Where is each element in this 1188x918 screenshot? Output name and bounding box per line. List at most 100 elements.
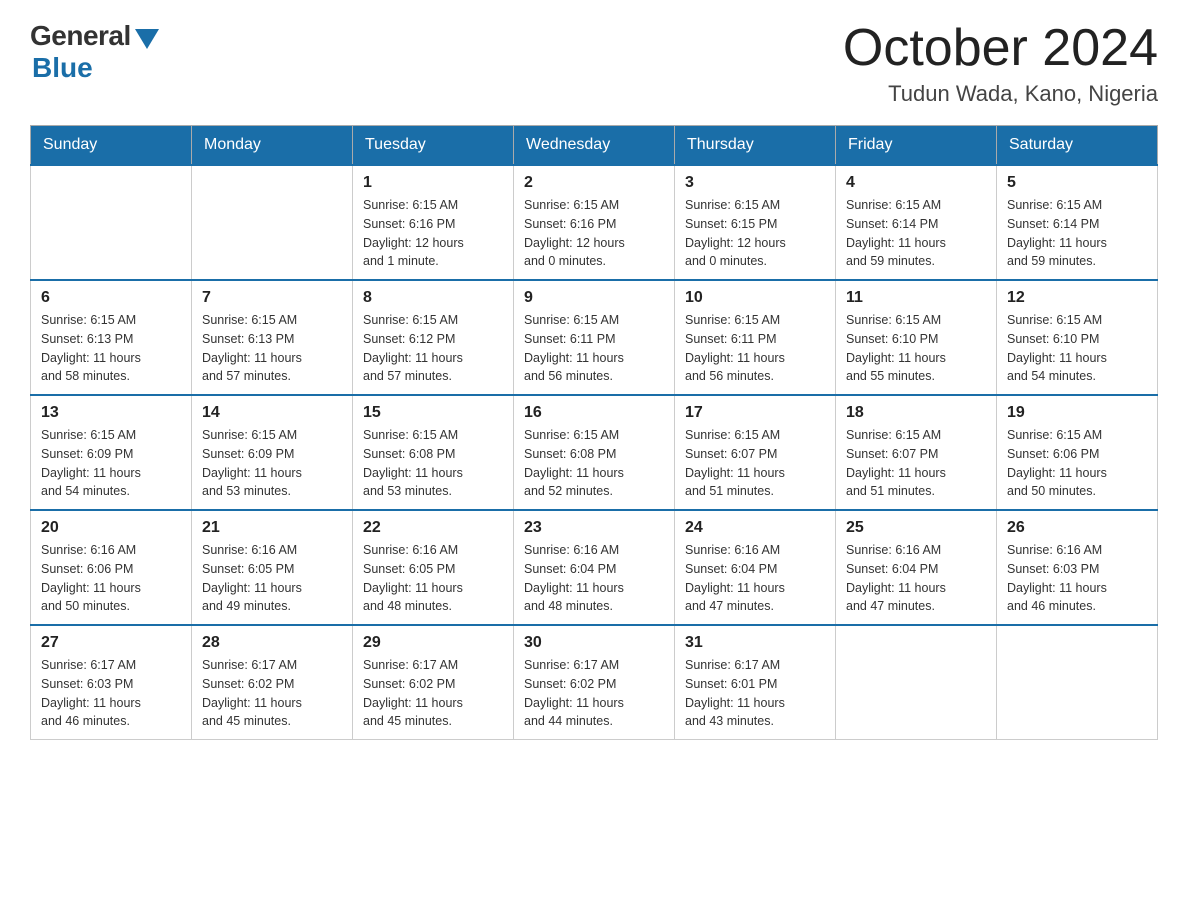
calendar-cell bbox=[997, 625, 1158, 740]
calendar-cell: 8Sunrise: 6:15 AM Sunset: 6:12 PM Daylig… bbox=[353, 280, 514, 395]
day-info: Sunrise: 6:17 AM Sunset: 6:02 PM Dayligh… bbox=[363, 656, 503, 731]
day-info: Sunrise: 6:15 AM Sunset: 6:09 PM Dayligh… bbox=[41, 426, 181, 501]
calendar-cell: 6 Sunrise: 6:15 AM Sunset: 6:13 PM Daylig… bbox=[31, 280, 192, 395]
calendar-cell: 27Sunrise: 6:17 AM Sunset: 6:03 PM Dayli… bbox=[31, 625, 192, 740]
day-number: 13 bbox=[41, 404, 181, 422]
day-info: Sunrise: 6:15 AM Sunset: 6:14 PM Dayligh… bbox=[846, 196, 986, 271]
day-info: Sunrise: 6:15 AM Sunset: 6:08 PM Dayligh… bbox=[363, 426, 503, 501]
day-info: Sunrise: 6:15 AM Sunset: 6:08 PM Dayligh… bbox=[524, 426, 664, 501]
day-number: 21 bbox=[202, 519, 342, 537]
day-info: Sunrise: 6:15 AM Sunset: 6:16 PM Dayligh… bbox=[363, 196, 503, 271]
day-number: 7 bbox=[202, 289, 342, 307]
day-number: 25 bbox=[846, 519, 986, 537]
day-info: Sunrise: 6:15 AM Sunset: 6:10 PM Dayligh… bbox=[1007, 311, 1147, 386]
day-info: Sunrise: 6:15 AM Sunset: 6:07 PM Dayligh… bbox=[685, 426, 825, 501]
day-info: Sunrise: 6:15 AM Sunset: 6:09 PM Dayligh… bbox=[202, 426, 342, 501]
day-info: Sunrise: 6:15 AM Sunset: 6:12 PM Dayligh… bbox=[363, 311, 503, 386]
col-friday: Friday bbox=[836, 126, 997, 166]
location-title: Tudun Wada, Kano, Nigeria bbox=[843, 81, 1158, 107]
day-info: Sunrise: 6:15 AM Sunset: 6:16 PM Dayligh… bbox=[524, 196, 664, 271]
logo-general-text: General bbox=[30, 20, 131, 52]
calendar-cell: 4 Sunrise: 6:15 AM Sunset: 6:14 PM Daylig… bbox=[836, 165, 997, 280]
calendar-header-row: Sunday Monday Tuesday Wednesday Thursday… bbox=[31, 126, 1158, 166]
week-row-5: 27Sunrise: 6:17 AM Sunset: 6:03 PM Dayli… bbox=[31, 625, 1158, 740]
day-number: 16 bbox=[524, 404, 664, 422]
day-info: Sunrise: 6:15 AM Sunset: 6:10 PM Dayligh… bbox=[846, 311, 986, 386]
calendar-cell: 18Sunrise: 6:15 AM Sunset: 6:07 PM Dayli… bbox=[836, 395, 997, 510]
day-number: 17 bbox=[685, 404, 825, 422]
day-number: 14 bbox=[202, 404, 342, 422]
calendar-cell bbox=[31, 165, 192, 280]
day-number: 26 bbox=[1007, 519, 1147, 537]
day-info: Sunrise: 6:16 AM Sunset: 6:06 PM Dayligh… bbox=[41, 541, 181, 616]
day-number: 11 bbox=[846, 289, 986, 307]
day-info: Sunrise: 6:17 AM Sunset: 6:02 PM Dayligh… bbox=[202, 656, 342, 731]
day-info: Sunrise: 6:16 AM Sunset: 6:05 PM Dayligh… bbox=[202, 541, 342, 616]
calendar-cell: 24 Sunrise: 6:16 AM Sunset: 6:04 PM Dayli… bbox=[675, 510, 836, 625]
calendar-cell: 2Sunrise: 6:15 AM Sunset: 6:16 PM Daylig… bbox=[514, 165, 675, 280]
day-info: Sunrise: 6:16 AM Sunset: 6:04 PM Dayligh… bbox=[846, 541, 986, 616]
day-info: Sunrise: 6:15 AM Sunset: 6:13 PM Dayligh… bbox=[41, 311, 181, 386]
calendar-cell: 9Sunrise: 6:15 AM Sunset: 6:11 PM Daylig… bbox=[514, 280, 675, 395]
calendar-cell: 20 Sunrise: 6:16 AM Sunset: 6:06 PM Dayli… bbox=[31, 510, 192, 625]
calendar-cell: 14 Sunrise: 6:15 AM Sunset: 6:09 PM Dayli… bbox=[192, 395, 353, 510]
col-monday: Monday bbox=[192, 126, 353, 166]
calendar-cell: 29 Sunrise: 6:17 AM Sunset: 6:02 PM Dayli… bbox=[353, 625, 514, 740]
calendar-cell: 19 Sunrise: 6:15 AM Sunset: 6:06 PM Dayli… bbox=[997, 395, 1158, 510]
day-number: 10 bbox=[685, 289, 825, 307]
day-number: 12 bbox=[1007, 289, 1147, 307]
day-info: Sunrise: 6:17 AM Sunset: 6:03 PM Dayligh… bbox=[41, 656, 181, 731]
col-tuesday: Tuesday bbox=[353, 126, 514, 166]
title-section: October 2024 Tudun Wada, Kano, Nigeria bbox=[843, 20, 1158, 107]
calendar-cell: 7 Sunrise: 6:15 AM Sunset: 6:13 PM Daylig… bbox=[192, 280, 353, 395]
logo-triangle-icon bbox=[135, 29, 159, 49]
day-info: Sunrise: 6:16 AM Sunset: 6:05 PM Dayligh… bbox=[363, 541, 503, 616]
calendar-cell: 16 Sunrise: 6:15 AM Sunset: 6:08 PM Dayli… bbox=[514, 395, 675, 510]
calendar-cell: 28Sunrise: 6:17 AM Sunset: 6:02 PM Dayli… bbox=[192, 625, 353, 740]
calendar-cell: 22 Sunrise: 6:16 AM Sunset: 6:05 PM Dayli… bbox=[353, 510, 514, 625]
day-number: 31 bbox=[685, 634, 825, 652]
logo-blue-text: Blue bbox=[32, 52, 93, 84]
calendar-cell: 17 Sunrise: 6:15 AM Sunset: 6:07 PM Dayli… bbox=[675, 395, 836, 510]
month-title: October 2024 bbox=[843, 20, 1158, 77]
col-saturday: Saturday bbox=[997, 126, 1158, 166]
day-info: Sunrise: 6:16 AM Sunset: 6:04 PM Dayligh… bbox=[524, 541, 664, 616]
calendar-cell: 5 Sunrise: 6:15 AM Sunset: 6:14 PM Daylig… bbox=[997, 165, 1158, 280]
calendar-cell: 1 Sunrise: 6:15 AM Sunset: 6:16 PM Daylig… bbox=[353, 165, 514, 280]
day-number: 1 bbox=[363, 174, 503, 192]
logo: General Blue bbox=[30, 20, 159, 84]
calendar-cell: 11 Sunrise: 6:15 AM Sunset: 6:10 PM Dayli… bbox=[836, 280, 997, 395]
week-row-4: 20 Sunrise: 6:16 AM Sunset: 6:06 PM Dayli… bbox=[31, 510, 1158, 625]
calendar-cell: 10Sunrise: 6:15 AM Sunset: 6:11 PM Dayli… bbox=[675, 280, 836, 395]
day-number: 6 bbox=[41, 289, 181, 307]
calendar-table: Sunday Monday Tuesday Wednesday Thursday… bbox=[30, 125, 1158, 740]
day-number: 24 bbox=[685, 519, 825, 537]
day-info: Sunrise: 6:17 AM Sunset: 6:01 PM Dayligh… bbox=[685, 656, 825, 731]
col-thursday: Thursday bbox=[675, 126, 836, 166]
week-row-1: 1 Sunrise: 6:15 AM Sunset: 6:16 PM Daylig… bbox=[31, 165, 1158, 280]
col-wednesday: Wednesday bbox=[514, 126, 675, 166]
day-info: Sunrise: 6:15 AM Sunset: 6:15 PM Dayligh… bbox=[685, 196, 825, 271]
day-info: Sunrise: 6:15 AM Sunset: 6:07 PM Dayligh… bbox=[846, 426, 986, 501]
day-number: 5 bbox=[1007, 174, 1147, 192]
day-number: 23 bbox=[524, 519, 664, 537]
calendar-cell: 25 Sunrise: 6:16 AM Sunset: 6:04 PM Dayli… bbox=[836, 510, 997, 625]
day-number: 22 bbox=[363, 519, 503, 537]
day-number: 19 bbox=[1007, 404, 1147, 422]
day-info: Sunrise: 6:15 AM Sunset: 6:06 PM Dayligh… bbox=[1007, 426, 1147, 501]
calendar-cell: 31 Sunrise: 6:17 AM Sunset: 6:01 PM Dayli… bbox=[675, 625, 836, 740]
page-header: General Blue October 2024 Tudun Wada, Ka… bbox=[30, 20, 1158, 107]
day-info: Sunrise: 6:15 AM Sunset: 6:13 PM Dayligh… bbox=[202, 311, 342, 386]
day-info: Sunrise: 6:16 AM Sunset: 6:04 PM Dayligh… bbox=[685, 541, 825, 616]
day-info: Sunrise: 6:15 AM Sunset: 6:11 PM Dayligh… bbox=[524, 311, 664, 386]
day-number: 15 bbox=[363, 404, 503, 422]
day-number: 20 bbox=[41, 519, 181, 537]
day-number: 29 bbox=[363, 634, 503, 652]
calendar-cell bbox=[836, 625, 997, 740]
day-info: Sunrise: 6:15 AM Sunset: 6:14 PM Dayligh… bbox=[1007, 196, 1147, 271]
col-sunday: Sunday bbox=[31, 126, 192, 166]
week-row-2: 6 Sunrise: 6:15 AM Sunset: 6:13 PM Daylig… bbox=[31, 280, 1158, 395]
day-number: 4 bbox=[846, 174, 986, 192]
day-info: Sunrise: 6:16 AM Sunset: 6:03 PM Dayligh… bbox=[1007, 541, 1147, 616]
calendar-cell: 12 Sunrise: 6:15 AM Sunset: 6:10 PM Dayli… bbox=[997, 280, 1158, 395]
